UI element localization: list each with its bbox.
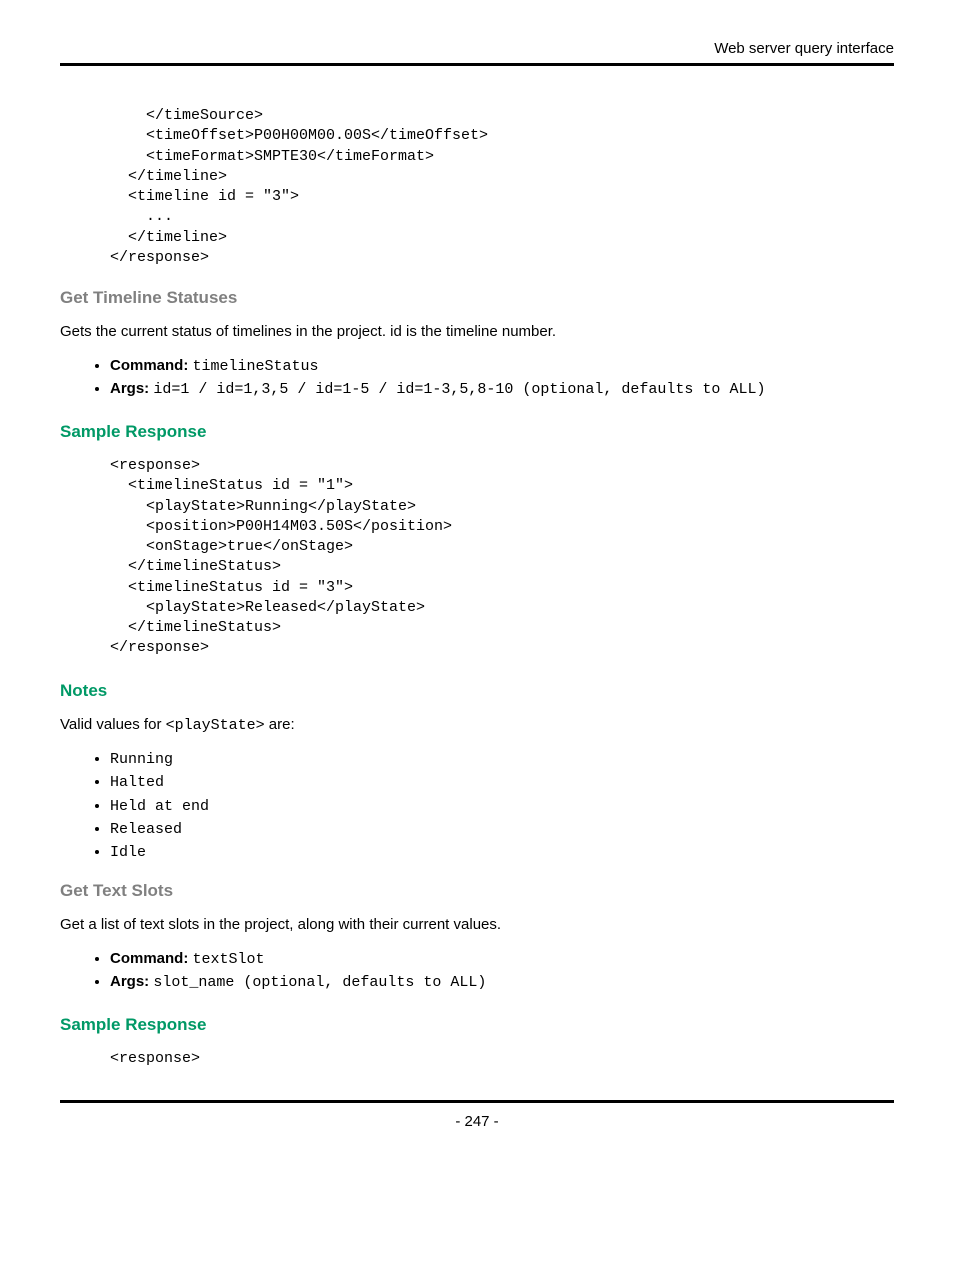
list-item: Held at end [110, 796, 894, 817]
list-timeline-status-params: Command: timelineStatus Args: id=1 / id=… [60, 356, 894, 401]
playstate-value: Halted [110, 774, 164, 791]
list-item: Released [110, 819, 894, 840]
notes-intro-code: <playState> [166, 717, 265, 734]
list-item: Command: textSlot [110, 949, 894, 970]
playstate-value: Released [110, 821, 182, 838]
code-block-2: <response> <timelineStatus id = "1"> <pl… [110, 456, 894, 659]
args-label: Args: [110, 380, 149, 397]
args-value: slot_name (optional, defaults to ALL) [153, 974, 486, 991]
notes-intro: Valid values for <playState> are: [60, 715, 894, 736]
desc-get-text-slots: Get a list of text slots in the project,… [60, 915, 894, 935]
playstate-value: Running [110, 751, 173, 768]
footer-rule [60, 1100, 894, 1103]
playstate-value: Idle [110, 844, 146, 861]
header-rule [60, 63, 894, 66]
document-page: Web server query interface </timeSource>… [0, 0, 954, 1272]
list-textslot-params: Command: textSlot Args: slot_name (optio… [60, 949, 894, 994]
list-item: Args: id=1 / id=1,3,5 / id=1-5 / id=1-3,… [110, 379, 894, 400]
desc-get-timeline-statuses: Gets the current status of timelines in … [60, 322, 894, 342]
heading-notes: Notes [60, 681, 894, 701]
notes-intro-pre: Valid values for [60, 716, 166, 733]
notes-intro-post: are: [265, 716, 295, 733]
heading-sample-response-2: Sample Response [60, 1015, 894, 1035]
command-value: textSlot [193, 951, 265, 968]
heading-get-timeline-statuses: Get Timeline Statuses [60, 288, 894, 308]
list-item: Idle [110, 842, 894, 863]
list-playstate-values: Running Halted Held at end Released Idle [60, 749, 894, 863]
page-number: - 247 - [60, 1113, 894, 1130]
code-block-1: </timeSource> <timeOffset>P00H00M00.00S<… [110, 106, 894, 268]
command-label: Command: [110, 357, 188, 374]
header-title: Web server query interface [60, 40, 894, 57]
code-block-3: <response> [110, 1049, 894, 1069]
command-label: Command: [110, 950, 188, 967]
list-item: Running [110, 749, 894, 770]
list-item: Halted [110, 772, 894, 793]
heading-get-text-slots: Get Text Slots [60, 881, 894, 901]
list-item: Args: slot_name (optional, defaults to A… [110, 972, 894, 993]
list-item: Command: timelineStatus [110, 356, 894, 377]
args-value: id=1 / id=1,3,5 / id=1-5 / id=1-3,5,8-10… [153, 381, 765, 398]
command-value: timelineStatus [193, 358, 319, 375]
heading-sample-response-1: Sample Response [60, 422, 894, 442]
args-label: Args: [110, 973, 149, 990]
playstate-value: Held at end [110, 798, 209, 815]
